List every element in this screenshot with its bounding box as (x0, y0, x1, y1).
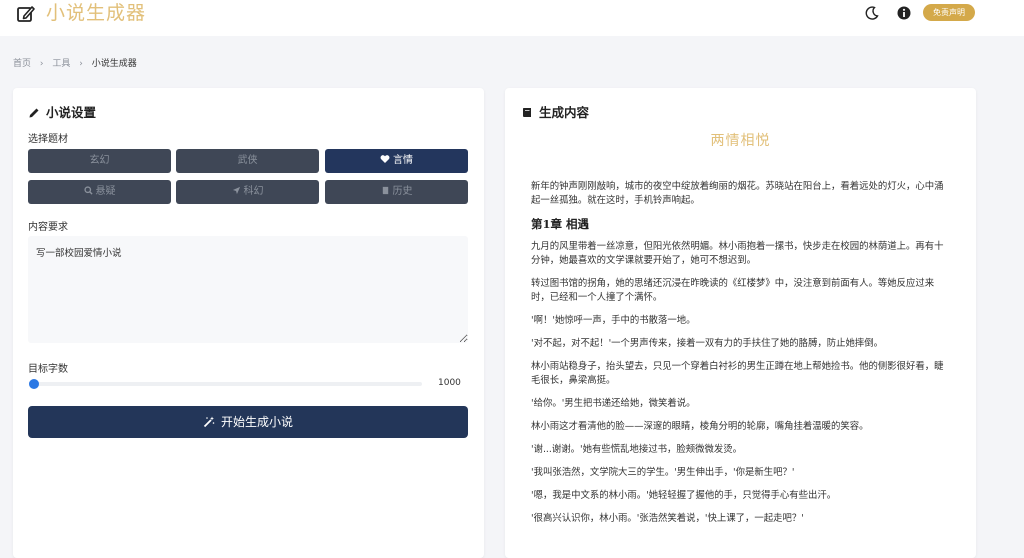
disclaimer-button[interactable]: 免责声明 (923, 4, 975, 21)
genre-button-yanqing[interactable]: 言情 (325, 149, 468, 173)
chevron-right-icon: › (39, 59, 44, 69)
genre-button-kehuan[interactable]: 科幻 (176, 180, 319, 204)
story-paragraph: '很高兴认识你，林小雨。'张浩然笑着说，'快上课了，一起走吧？' (531, 513, 804, 524)
pencil-icon (29, 108, 39, 118)
chevron-right-icon: › (79, 59, 83, 69)
search-icon (83, 186, 93, 195)
top-header: 小说生成器 免责声明 (0, 0, 1024, 36)
moon-icon[interactable] (864, 5, 880, 21)
breadcrumb-home[interactable]: 首页 (13, 59, 31, 69)
breadcrumb-current: 小说生成器 (91, 59, 137, 69)
story-paragraph: '啊！'她惊呼一声，手中的书散落一地。 (531, 315, 696, 326)
genre-button-wuxia[interactable]: 武侠 (176, 149, 319, 173)
content-textarea[interactable]: 写一部校园爱情小说 (28, 236, 468, 343)
story-paragraph: 九月的风里带着一丝凉意，但阳光依然明媚。林小雨抱着一摞书，快步走在校园的林荫道上… (531, 241, 944, 266)
story-title: 两情相悦 (710, 133, 771, 149)
app-title: 小说生成器 (46, 2, 147, 24)
genre-button-lishi[interactable]: 历史 (325, 180, 468, 204)
story-paragraph: '谢...谢谢。'她有些慌乱地接过书，脸颊微微发烫。 (531, 444, 742, 455)
genre-button-xuanyi[interactable]: 悬疑 (28, 180, 171, 204)
edit-icon (17, 6, 35, 22)
story-paragraph: 林小雨这才看清他的脸——深邃的眼睛，棱角分明的轮廓，嘴角挂着温暖的笑容。 (531, 421, 869, 432)
story-paragraph: '我叫张浩然，文学院大三的学生。'男生伸出手，'你是新生吧？' (531, 467, 795, 478)
output-panel: 生成内容 两情相悦 新年的钟声刚刚敲响，城市的夜空中绽放着绚丽的烟花。苏晓站在阳… (505, 88, 976, 558)
story-paragraph: '给你。'男生把书递还给她，微笑着说。 (531, 398, 696, 409)
story-paragraph: 转过图书馆的拐角，她的思绪还沉浸在昨晚读的《红楼梦》中，没注意到前面有人。等她反… (531, 278, 935, 303)
book-icon (382, 186, 388, 195)
story-paragraph: 林小雨站稳身子，抬头望去，只见一个穿着白衬衫的男生正蹲在地上帮她捡书。他的侧影很… (531, 361, 944, 386)
word-count-slider-thumb[interactable] (29, 379, 39, 389)
story-intro: 新年的钟声刚刚敲响，城市的夜空中绽放着绚丽的烟花。苏晓站在阳台上，看着远处的灯火… (531, 181, 944, 206)
word-count-slider-track[interactable] (30, 382, 422, 386)
story-paragraph: '嗯，我是中文系的林小雨。'她轻轻握了握他的手，只觉得手心有些出汗。 (531, 490, 837, 501)
info-icon[interactable] (896, 5, 912, 21)
breadcrumb-tools[interactable]: 工具 (52, 59, 70, 69)
settings-panel: 小说设置 选择题材 玄幻 武侠 言情 悬疑 科幻 历史 内容要求 写一部校园爱情… (13, 88, 484, 558)
generate-button[interactable]: 开始生成小说 (28, 406, 468, 438)
genre-button-xuanhuan[interactable]: 玄幻 (28, 149, 171, 173)
settings-title: 小说设置 (28, 102, 96, 121)
rocket-icon (232, 186, 240, 195)
breadcrumb: 首页 › 工具 › 小说生成器 (13, 58, 137, 70)
chapter-title: 第1章 相遇 (531, 217, 590, 231)
book-icon (522, 108, 531, 117)
magic-wand-icon (203, 416, 215, 428)
word-count-label: 目标字数 (28, 364, 68, 375)
content-label: 内容要求 (28, 222, 68, 233)
story-content: 新年的钟声刚刚敲响，城市的夜空中绽放着绚丽的烟花。苏晓站在阳台上，看着远处的灯火… (531, 180, 949, 535)
output-title: 生成内容 (521, 102, 589, 121)
heart-icon (380, 155, 390, 163)
story-paragraph: '对不起，对不起！'一个男声传来，接着一双有力的手扶住了她的胳膊，防止她摔倒。 (531, 338, 884, 349)
word-count-value: 1000 (438, 378, 461, 388)
genre-label: 选择题材 (28, 134, 68, 145)
